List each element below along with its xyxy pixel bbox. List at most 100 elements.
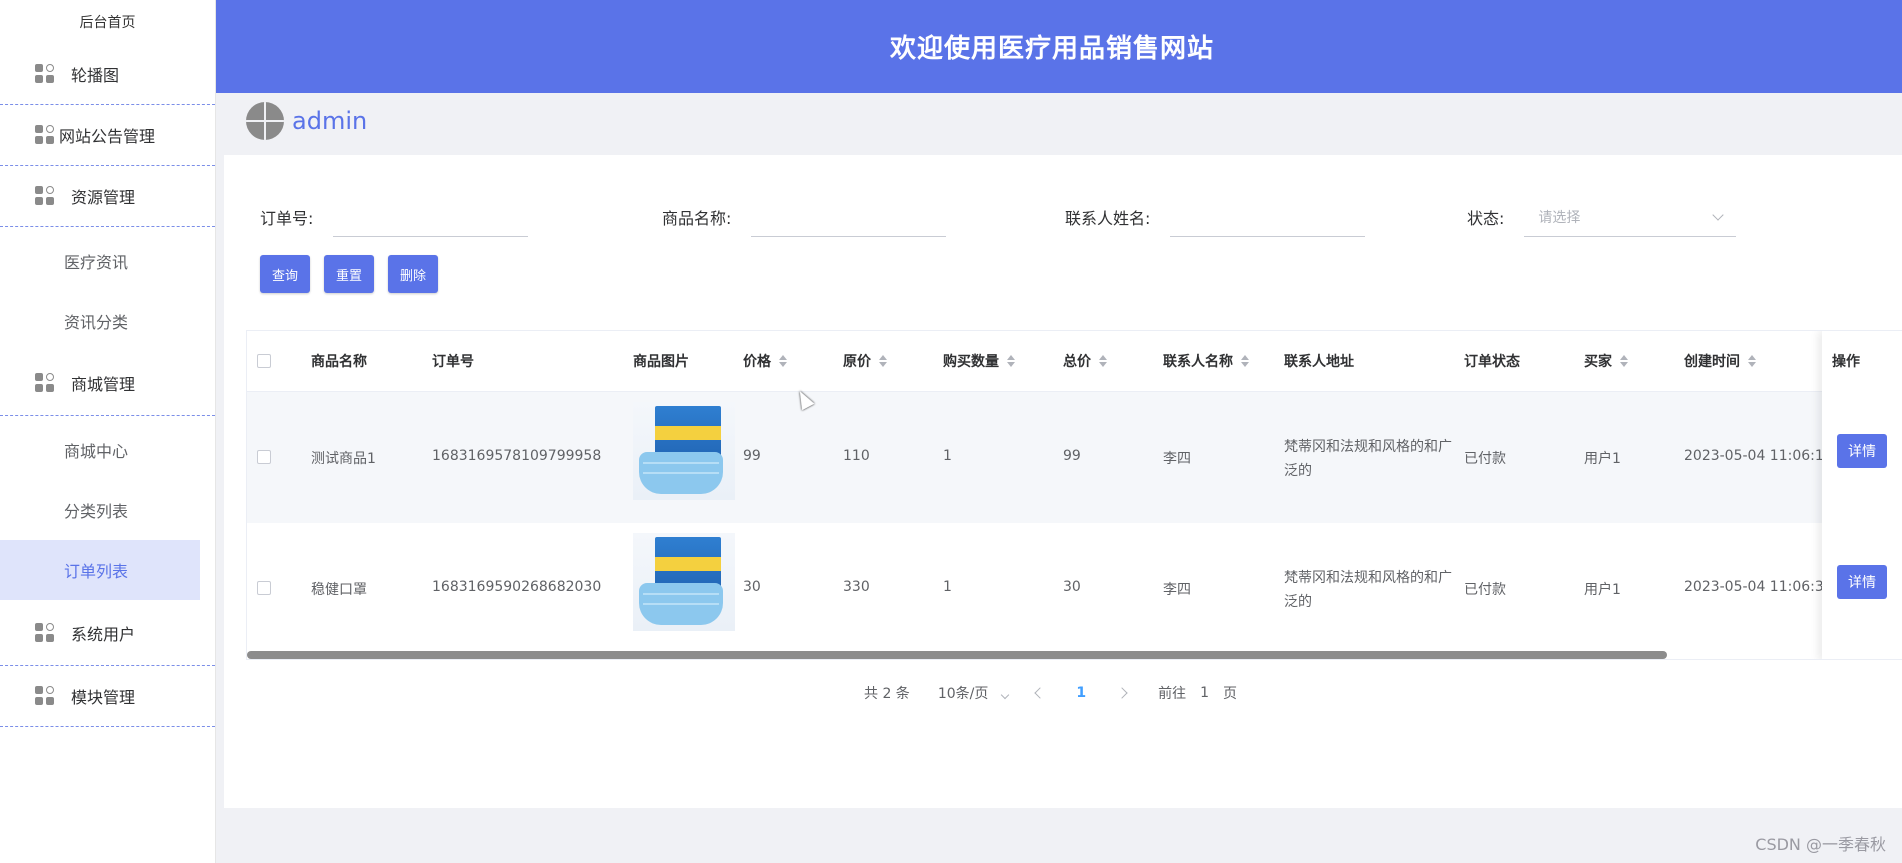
contact-name-input[interactable] <box>1170 197 1366 237</box>
table-row: 测试商品1 1683169578109799958 99 110 1 99 李四… <box>247 392 1902 523</box>
filter-contact-name: 联系人姓名: <box>1065 197 1366 237</box>
col-header-price[interactable]: 价格 <box>743 351 787 371</box>
sidebar-group-resource[interactable]: 资源管理 <box>0 166 215 227</box>
filter-status: 状态: 请选择 <box>1467 197 1737 237</box>
grid-icon <box>35 64 55 84</box>
sidebar-group-modules[interactable]: 模块管理 <box>0 666 215 727</box>
delete-button[interactable]: 删除 <box>388 255 438 293</box>
current-page[interactable]: 1 <box>1076 685 1086 701</box>
grid-icon <box>35 125 55 145</box>
row-checkbox[interactable] <box>257 581 271 595</box>
status-select[interactable]: 请选择 <box>1524 197 1737 237</box>
sidebar-item-medical-news[interactable]: 医疗资讯 <box>0 231 215 291</box>
goto-suffix: 页 <box>1223 686 1238 702</box>
sidebar-home[interactable]: 后台首页 <box>0 0 215 44</box>
horizontal-scrollbar[interactable] <box>247 651 1667 659</box>
filter-order-no: 订单号: <box>260 197 529 237</box>
sort-caret-icon[interactable] <box>1099 355 1107 367</box>
cell-original-price: 110 <box>843 448 870 464</box>
col-header-label: 买家 <box>1584 354 1612 370</box>
goto-page-input[interactable]: 1 <box>1200 685 1209 701</box>
col-header-total[interactable]: 总价 <box>1063 351 1107 371</box>
select-all-checkbox[interactable] <box>257 354 271 368</box>
sidebar-item-order-list[interactable]: 订单列表 <box>0 540 200 600</box>
sort-caret-icon[interactable] <box>879 355 887 367</box>
col-header-buyer[interactable]: 买家 <box>1584 351 1628 371</box>
goto-prefix: 前往 <box>1158 686 1187 702</box>
cell-total: 99 <box>1063 448 1081 464</box>
cell-total: 30 <box>1063 579 1081 595</box>
cell-created-at: 2023-05-04 11:06:3 <box>1684 579 1824 595</box>
col-header-label: 价格 <box>743 354 771 370</box>
query-button[interactable]: 查询 <box>260 255 310 293</box>
sidebar-group-mall[interactable]: 商城管理 <box>0 351 215 416</box>
action-column: 操作 详情 详情 <box>1822 331 1902 659</box>
sidebar-group-label: 系统用户 <box>71 624 136 644</box>
col-header-action: 操作 <box>1832 354 1860 370</box>
reset-button[interactable]: 重置 <box>324 255 374 293</box>
sidebar-item-category-list[interactable]: 分类列表 <box>0 480 215 540</box>
watermark: CSDN @一季春秋 <box>1755 835 1886 854</box>
row-checkbox[interactable] <box>257 450 271 464</box>
sort-caret-icon[interactable] <box>1748 355 1756 367</box>
user-bar: admin <box>216 93 1902 148</box>
cell-contact-address: 梵蒂冈和法规和风格的和广泛的 <box>1284 570 1452 610</box>
sort-caret-icon[interactable] <box>1007 355 1015 367</box>
filter-bar: 订单号: 商品名称: 联系人姓名: 状态: 请选择 <box>260 197 1820 237</box>
page-size-select[interactable]: 10条/页 <box>938 683 1010 703</box>
sidebar-group-label: 资源管理 <box>71 188 136 207</box>
filter-label: 订单号: <box>260 209 314 228</box>
prev-page-icon[interactable] <box>1034 687 1047 699</box>
cell-contact-address: 梵蒂冈和法规和风格的和广泛的 <box>1284 439 1452 479</box>
col-header: 订单状态 <box>1464 354 1520 370</box>
col-header-contact[interactable]: 联系人名称 <box>1163 351 1249 371</box>
col-header-created[interactable]: 创建时间 <box>1684 351 1756 371</box>
sidebar-group-notice[interactable]: 网站公告管理 <box>0 105 215 166</box>
cell-order-no: 1683169578109799958 <box>432 448 602 464</box>
sidebar-group-carousel[interactable]: 轮播图 <box>0 44 215 105</box>
sidebar-home-label: 后台首页 <box>79 15 136 31</box>
col-header-label: 购买数量 <box>943 354 999 370</box>
sidebar-item-mall-center[interactable]: 商城中心 <box>0 420 215 480</box>
col-header: 订单号 <box>432 354 474 370</box>
cell-product-name: 稳健口罩 <box>311 582 367 598</box>
grid-icon <box>35 622 55 643</box>
cell-created-at: 2023-05-04 11:06:1 <box>1684 448 1824 464</box>
order-no-input[interactable] <box>333 197 529 237</box>
sort-caret-icon[interactable] <box>1241 355 1249 367</box>
sidebar-group-label: 轮播图 <box>71 66 120 85</box>
cell-contact-name: 李四 <box>1163 582 1191 598</box>
col-header-original[interactable]: 原价 <box>843 351 887 371</box>
cell-price: 99 <box>743 448 761 464</box>
cell-buyer: 用户1 <box>1584 451 1621 467</box>
sidebar-group-label: 网站公告管理 <box>59 127 156 146</box>
detail-button[interactable]: 详情 <box>1837 565 1887 599</box>
avatar[interactable] <box>246 101 284 140</box>
next-page-icon[interactable] <box>1116 687 1128 699</box>
sort-caret-icon[interactable] <box>779 355 787 367</box>
cell-order-status: 已付款 <box>1464 451 1506 467</box>
col-header: 联系人地址 <box>1284 354 1354 370</box>
cell-original-price: 330 <box>843 579 870 595</box>
sidebar-item-news-category[interactable]: 资讯分类 <box>0 291 215 351</box>
filter-label: 商品名称: <box>662 209 732 228</box>
pagination-total: 共 2 条 <box>864 686 910 702</box>
detail-button[interactable]: 详情 <box>1837 434 1887 468</box>
pagination: 共 2 条 10条/页 1 前往 1 页 <box>864 678 1237 708</box>
chevron-down-icon <box>1712 208 1725 221</box>
cell-quantity: 1 <box>943 579 952 595</box>
col-header-qty[interactable]: 购买数量 <box>943 351 1015 371</box>
action-buttons: 查询 重置 删除 <box>260 255 438 293</box>
product-name-input[interactable] <box>751 197 947 237</box>
top-header: 欢迎使用医疗用品销售网站 <box>216 0 1902 93</box>
username[interactable]: admin <box>292 107 367 135</box>
grid-icon <box>35 186 55 206</box>
sidebar: 后台首页 轮播图 网站公告管理 资源管理 医疗资讯 资讯分类 商城管理 商城中心… <box>0 0 216 863</box>
product-image <box>633 533 735 631</box>
product-image <box>633 402 735 500</box>
cell-contact-name: 李四 <box>1163 451 1191 467</box>
sidebar-group-users[interactable]: 系统用户 <box>0 600 215 666</box>
sort-caret-icon[interactable] <box>1620 355 1628 367</box>
cell-price: 30 <box>743 579 761 595</box>
col-header-label: 联系人名称 <box>1163 354 1233 370</box>
